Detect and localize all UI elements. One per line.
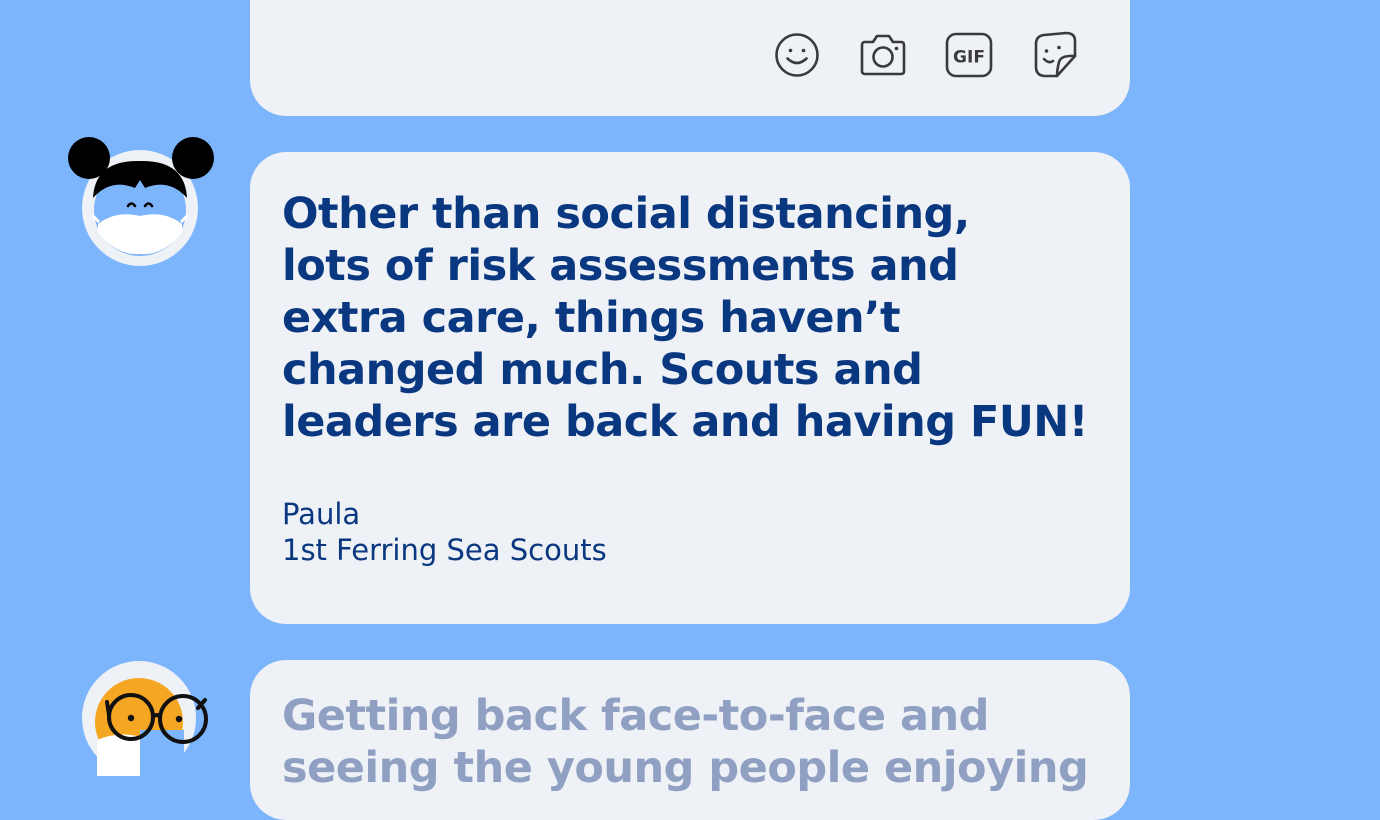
post-quote: Other than social distancing, lots of ri… — [282, 188, 1102, 448]
next-post-quote: Getting back face-to-face and seeing the… — [282, 690, 1102, 794]
quote-line: Other than social distancing, — [282, 189, 970, 239]
next-post-card: Getting back face-to-face and seeing the… — [250, 660, 1130, 820]
post-author: Paula 1st Ferring Sea Scouts — [282, 496, 1098, 568]
post-card: Other than social distancing, lots of ri… — [250, 152, 1130, 624]
quote-line: leaders are back and having FUN! — [282, 397, 1088, 447]
author-name: Paula — [282, 497, 361, 531]
author-group: 1st Ferring Sea Scouts — [282, 533, 607, 567]
gif-label: GIF — [953, 48, 985, 68]
compose-card: GIF — [250, 0, 1130, 116]
quote-line: changed much. Scouts and — [282, 345, 923, 395]
avatar-glasses-character-icon — [80, 660, 212, 776]
quote-line: extra care, things haven’t — [282, 293, 901, 343]
camera-icon[interactable] — [858, 30, 908, 80]
avatar-masked-character-icon — [66, 136, 218, 270]
compose-toolbar: GIF — [772, 30, 1080, 80]
quote-line: lots of risk assessments and — [282, 241, 959, 291]
quote-line: seeing the young people enjoying — [282, 743, 1089, 793]
smiley-icon[interactable] — [772, 30, 822, 80]
quote-line: Getting back face-to-face and — [282, 691, 989, 741]
gif-icon[interactable]: GIF — [944, 30, 994, 80]
sticker-icon[interactable] — [1030, 30, 1080, 80]
